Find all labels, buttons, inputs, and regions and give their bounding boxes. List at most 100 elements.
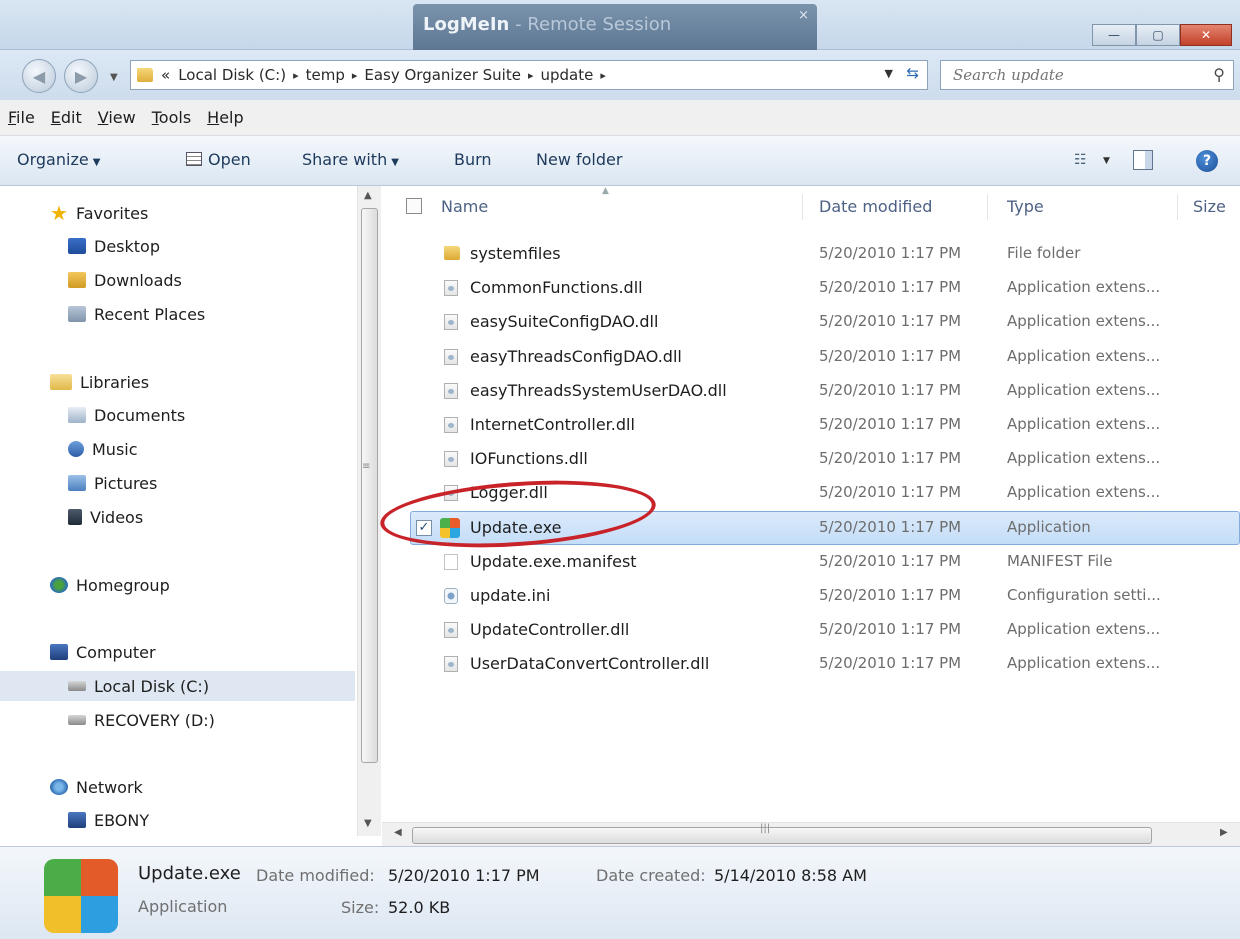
file-row[interactable]: UpdateController.dll 5/20/2010 1:17 PM App… (382, 613, 1240, 647)
horizontal-scrollbar[interactable]: ◀ ||| ▶ (382, 822, 1240, 846)
file-type: Configuration setti... (1007, 586, 1161, 604)
date-created-label: Date created: (596, 866, 706, 885)
scroll-up-icon[interactable]: ▲ (364, 190, 372, 201)
file-row[interactable]: UserDataConvertController.dll 5/20/2010 1… (382, 647, 1240, 681)
file-row[interactable]: easyThreadsSystemUserDAO.dll 5/20/2010 1:… (382, 374, 1240, 408)
row-checkbox[interactable]: ✓ (416, 519, 432, 536)
menu-file[interactable]: File (8, 108, 35, 127)
address-dropdown-icon[interactable]: ▼ (885, 67, 893, 80)
nav-item-videos[interactable]: Videos (0, 502, 355, 532)
file-row[interactable]: easySuiteConfigDAO.dll 5/20/2010 1:17 PM A… (382, 305, 1240, 339)
breadcrumb-update[interactable]: update (540, 66, 593, 84)
scroll-down-icon[interactable]: ▼ (364, 818, 372, 829)
scroll-left-icon[interactable]: ◀ (394, 827, 402, 838)
close-button[interactable]: ✕ (1180, 24, 1232, 46)
folder-icon (444, 246, 460, 260)
file-row[interactable]: CommonFunctions.dll 5/20/2010 1:17 PM Appl… (382, 271, 1240, 305)
breadcrumb-separator-icon[interactable]: ▸ (352, 69, 358, 82)
search-input[interactable] (941, 61, 1191, 89)
search-icon[interactable]: ⚲ (1213, 65, 1225, 84)
menu-view[interactable]: View (98, 108, 136, 127)
nav-item-computer[interactable]: Computer (0, 637, 355, 667)
downloads-icon (68, 272, 86, 288)
nav-item-homegroup[interactable]: Homegroup (0, 570, 355, 600)
file-row[interactable]: update.ini 5/20/2010 1:17 PM Configuration… (382, 579, 1240, 613)
date-modified-label: Date modified: (256, 866, 375, 885)
column-divider[interactable] (802, 194, 803, 220)
share-with-label: Share with (302, 150, 388, 169)
file-row[interactable]: ✓ Update.exe 5/20/2010 1:17 PM Application (382, 510, 1240, 545)
size-label: Size: (341, 898, 380, 917)
preview-pane-icon[interactable] (1133, 150, 1153, 170)
nav-item-network[interactable]: Network (0, 772, 355, 802)
column-divider[interactable] (987, 194, 988, 220)
nav-item-libraries[interactable]: Libraries (0, 367, 355, 397)
recent-pages-dropdown-icon[interactable]: ▼ (110, 72, 118, 83)
organize-button[interactable]: Organize ▼ (17, 150, 100, 169)
file-row[interactable]: IOFunctions.dll 5/20/2010 1:17 PM Applicat… (382, 442, 1240, 476)
back-button[interactable]: ◀ (22, 59, 56, 93)
desktop-icon (68, 238, 86, 254)
file-row[interactable]: systemfiles 5/20/2010 1:17 PM File folder (382, 237, 1240, 271)
file-date-modified: 5/20/2010 1:17 PM (819, 278, 962, 297)
nav-item-recovery-d[interactable]: RECOVERY (D:) (0, 705, 355, 735)
file-type: Application (1007, 517, 1091, 536)
logmein-close-icon[interactable]: × (798, 8, 809, 23)
file-name: easySuiteConfigDAO.dll (470, 312, 659, 332)
view-dropdown-icon[interactable]: ▼ (1103, 156, 1110, 166)
forward-button[interactable]: ▶ (64, 59, 98, 93)
file-row[interactable]: easyThreadsConfigDAO.dll 5/20/2010 1:17 P… (382, 340, 1240, 374)
breadcrumb-separator-icon[interactable]: ▸ (528, 69, 534, 82)
column-name[interactable]: Name (441, 197, 488, 216)
open-button[interactable]: Open (186, 150, 251, 169)
nav-item-favorites[interactable]: ★ Favorites (0, 198, 355, 228)
exe-icon (440, 517, 460, 538)
nav-item-documents[interactable]: Documents (0, 400, 355, 430)
column-type[interactable]: Type (1007, 197, 1044, 216)
nav-item-label: Videos (90, 507, 144, 527)
menu-help[interactable]: Help (207, 108, 243, 127)
nav-item-downloads[interactable]: Downloads (0, 265, 355, 295)
maximize-button[interactable]: ▢ (1136, 24, 1180, 46)
column-divider[interactable] (1177, 194, 1178, 220)
breadcrumb-temp[interactable]: temp (306, 66, 345, 84)
nav-item-pictures[interactable]: Pictures (0, 468, 355, 498)
file-date-modified: 5/20/2010 1:17 PM (819, 620, 962, 639)
command-bar: Organize ▼ Open Share with ▼ Burn New fold… (0, 136, 1240, 186)
menu-tools[interactable]: Tools (152, 108, 191, 127)
address-bar[interactable]: « Local Disk (C:) ▸ temp ▸ Easy Organize… (130, 60, 928, 90)
breadcrumb-overflow[interactable]: « (161, 66, 170, 84)
new-folder-button[interactable]: New folder (536, 150, 622, 169)
breadcrumb-easy-organizer-suite[interactable]: Easy Organizer Suite (364, 66, 521, 84)
nav-item-desktop[interactable]: Desktop (0, 231, 355, 261)
navigation-scrollbar[interactable]: ▲ ≡ ▼ (357, 186, 381, 836)
burn-button[interactable]: Burn (454, 150, 492, 169)
file-date-modified: 5/20/2010 1:17 PM (819, 449, 962, 468)
file-row[interactable]: Logger.dll 5/20/2010 1:17 PM Application e… (382, 476, 1240, 510)
help-icon[interactable]: ? (1196, 150, 1218, 172)
refresh-icon[interactable]: ⇆ (906, 64, 919, 82)
nav-item-ebony[interactable]: EBONY (0, 805, 355, 835)
breadcrumb-separator-icon[interactable]: ▸ (293, 69, 299, 82)
breadcrumb-separator-icon[interactable]: ▸ (600, 69, 606, 82)
file-name: Logger.dll (470, 483, 548, 503)
nav-item-recent-places[interactable]: Recent Places (0, 299, 355, 329)
scrollbar-thumb[interactable] (412, 827, 1152, 844)
nav-item-music[interactable]: Music (0, 434, 355, 464)
menu-label: dit (60, 108, 82, 127)
nav-item-local-disk-c[interactable]: Local Disk (C:) (0, 671, 355, 701)
scroll-right-icon[interactable]: ▶ (1220, 827, 1228, 838)
file-row[interactable]: Update.exe.manifest 5/20/2010 1:17 PM MANI… (382, 545, 1240, 579)
logmein-session-bar[interactable]: LogMeIn - Remote Session × (413, 4, 817, 50)
minimize-button[interactable]: — (1092, 24, 1136, 46)
breadcrumb-local-disk[interactable]: Local Disk (C:) (178, 66, 286, 84)
menu-edit[interactable]: Edit (51, 108, 82, 127)
scrollbar-thumb[interactable] (361, 208, 378, 763)
column-date-modified[interactable]: Date modified (819, 197, 932, 216)
nav-item-label: Documents (94, 405, 186, 425)
column-size[interactable]: Size (1193, 197, 1226, 216)
select-all-checkbox[interactable] (406, 198, 422, 214)
share-with-button[interactable]: Share with ▼ (302, 150, 399, 169)
change-view-icon[interactable]: ☷ (1074, 152, 1087, 168)
file-row[interactable]: InternetController.dll 5/20/2010 1:17 PM A… (382, 408, 1240, 442)
